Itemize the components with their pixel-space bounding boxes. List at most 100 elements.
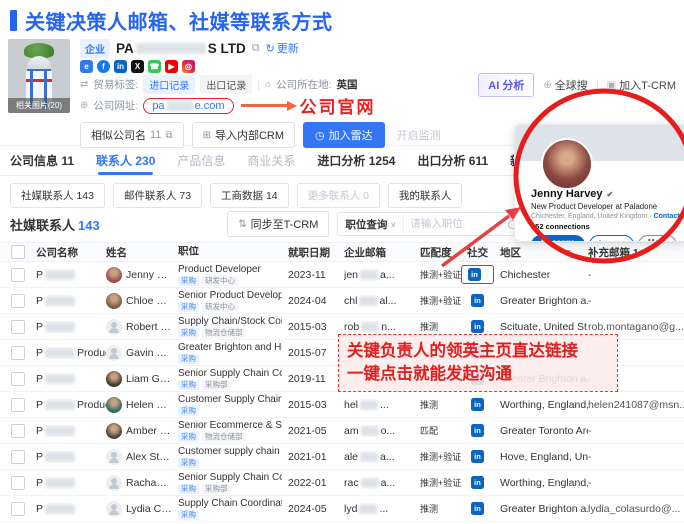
position-search-input[interactable] <box>404 218 508 230</box>
row-checkbox[interactable] <box>11 398 25 412</box>
contact-info-link[interactable]: Contact info <box>654 213 684 220</box>
tab-import-analysis[interactable]: 进口分析 1254 <box>317 146 395 175</box>
contact-name: Gavin Meeks <box>126 347 172 359</box>
table-row[interactable]: P Lydia Colasurdo Supply Chain Coordinat… <box>0 496 684 522</box>
linkedin-icon[interactable]: in <box>468 268 481 281</box>
linkedin-icon[interactable]: in <box>471 320 484 333</box>
row-checkbox[interactable] <box>11 294 25 308</box>
start-date: 2019-11 <box>288 373 344 385</box>
export-record-badge[interactable]: 出口记录 <box>200 75 252 94</box>
start-date: 2023-11 <box>288 269 344 281</box>
building-icon: ⌂ <box>265 79 271 90</box>
linkedin-icon[interactable]: in <box>471 502 484 515</box>
start-date: 2022-01 <box>288 477 344 489</box>
linkedin-icon[interactable]: in <box>114 60 127 73</box>
position-title: Greater Brighton and Hove Area <box>178 342 282 353</box>
position-query-dropdown[interactable]: 职位查询 ∨ <box>338 213 404 235</box>
email-suffix: a... <box>381 477 396 489</box>
chip-social-contacts[interactable]: 社媒联系人 143 <box>10 183 105 208</box>
chip-my-contacts[interactable]: 我的联系人 <box>388 183 463 208</box>
chip-more-contacts[interactable]: 更多联系人 0 <box>297 183 380 208</box>
photo-droid-dome-shape <box>27 56 51 71</box>
department-tag: 物流仓储部 <box>202 328 246 338</box>
linkedin-icon[interactable]: in <box>471 294 484 307</box>
start-monitor-button[interactable]: 开启监测 <box>393 122 445 148</box>
email-blur <box>361 426 379 436</box>
x-twitter-icon[interactable]: X <box>131 60 144 73</box>
linkedin-icon[interactable]: in <box>471 450 484 463</box>
row-checkbox[interactable] <box>11 502 25 516</box>
position-title: Senior Supply Chain Coordinator <box>178 472 282 483</box>
company-photo[interactable]: 相关图片(20) <box>8 39 70 113</box>
chip-email-contacts[interactable]: 邮件联系人 73 <box>113 183 202 208</box>
company-cell: P <box>36 503 106 515</box>
table-row[interactable]: PProduc... Helen Johnstone Customer Supp… <box>0 392 684 418</box>
table-row[interactable]: P Rachael Kelly Senior Supply Chain Coor… <box>0 470 684 496</box>
more-button[interactable]: More <box>638 235 677 242</box>
join-radar-button[interactable]: ◷ 加入雷达 <box>303 122 385 148</box>
row-checkbox[interactable] <box>11 476 25 490</box>
masked-company <box>45 270 75 280</box>
select-all-checkbox[interactable] <box>11 245 25 259</box>
email-blur <box>361 322 379 332</box>
import-record-badge[interactable]: 进口记录 <box>143 75 195 94</box>
company-website-link[interactable]: pa e.com <box>143 98 233 114</box>
tab-products[interactable]: 产品信息 <box>177 146 225 175</box>
masked-company <box>45 452 75 462</box>
join-tcrm-button[interactable]: ▣ 加入T-CRM <box>607 77 676 93</box>
row-checkbox[interactable] <box>11 450 25 464</box>
masked-company <box>45 348 75 358</box>
linkedin-icon[interactable]: in <box>471 398 484 411</box>
table-row[interactable]: P Amber Whitty Senior Ecommerce & Supply… <box>0 418 684 444</box>
company-cell: P <box>36 425 106 437</box>
position-title: Senior Supply Chain Coordinator <box>178 368 282 379</box>
start-date: 2015-07 <box>288 347 344 359</box>
buyer-tag: 采购 <box>178 328 199 338</box>
linkedin-icon[interactable]: in <box>471 424 484 437</box>
ai-analysis-button[interactable]: AI 分析 <box>478 73 534 97</box>
company-email: jena... <box>344 269 420 281</box>
masked-company <box>45 426 75 436</box>
doc-icon: ⧉ <box>165 130 172 141</box>
facebook-icon[interactable]: f <box>97 60 110 73</box>
copy-icon[interactable]: ⧉ <box>252 42 260 55</box>
sync-tcrm-button[interactable]: ⇅ 同步至T-CRM <box>227 211 329 237</box>
website-icon[interactable]: e <box>80 60 93 73</box>
follow-button[interactable]: + Follow <box>589 235 634 242</box>
youtube-icon[interactable]: ▶ <box>165 60 178 73</box>
message-button[interactable]: Message <box>531 235 585 242</box>
department-tag: 物流仓储部 <box>202 432 246 442</box>
company-cell: PProduc... <box>36 399 106 411</box>
table-row[interactable]: P Jenny Harvey Product Developer 采购 研发中心… <box>0 262 684 288</box>
table-row[interactable]: P Chloe Jones Senior Product Developer 采… <box>0 288 684 314</box>
global-search-button[interactable]: ⊕ 全球搜 <box>543 77 587 93</box>
masked-company <box>45 478 75 488</box>
tab-export-analysis[interactable]: 出口分析 611 <box>417 146 488 175</box>
website-annotation: 公司官网 <box>300 93 376 118</box>
email-prefix: rob <box>344 321 359 333</box>
region: Chichester <box>500 269 588 281</box>
tab-company-info[interactable]: 公司信息 11 <box>10 146 74 175</box>
row-checkbox[interactable] <box>11 346 25 360</box>
similar-companies-button[interactable]: 相似公司名 11 ⧉ <box>80 122 184 148</box>
company-prefix: P <box>36 451 43 463</box>
page-title-row: 关键决策人邮箱、社媒等联系方式 <box>0 0 684 33</box>
import-crm-button[interactable]: ⊞ 导入内部CRM <box>192 122 295 148</box>
avatar <box>106 267 122 283</box>
row-checkbox[interactable] <box>11 268 25 282</box>
row-checkbox[interactable] <box>11 372 25 386</box>
row-checkbox[interactable] <box>11 320 25 334</box>
row-checkbox[interactable] <box>11 424 25 438</box>
region: Scituate, United St... <box>500 321 588 333</box>
tab-business-relations[interactable]: 商业关系 <box>247 146 295 175</box>
table-row[interactable]: P Alex Styles Customer supply chain coor… <box>0 444 684 470</box>
tab-contacts[interactable]: 联系人 230 <box>96 146 155 175</box>
instagram-icon[interactable]: ◎ <box>182 60 195 73</box>
section-title: 社媒联系人143 <box>10 215 100 234</box>
region-filter-icon[interactable]: ▼ <box>565 249 572 256</box>
email-blur <box>360 452 378 462</box>
phone-icon[interactable]: ☎ <box>148 60 161 73</box>
chip-registry-data[interactable]: 工商数据 14 <box>210 183 289 208</box>
linkedin-icon[interactable]: in <box>471 476 484 489</box>
refresh-button[interactable]: ↻ 更新 <box>266 40 299 56</box>
